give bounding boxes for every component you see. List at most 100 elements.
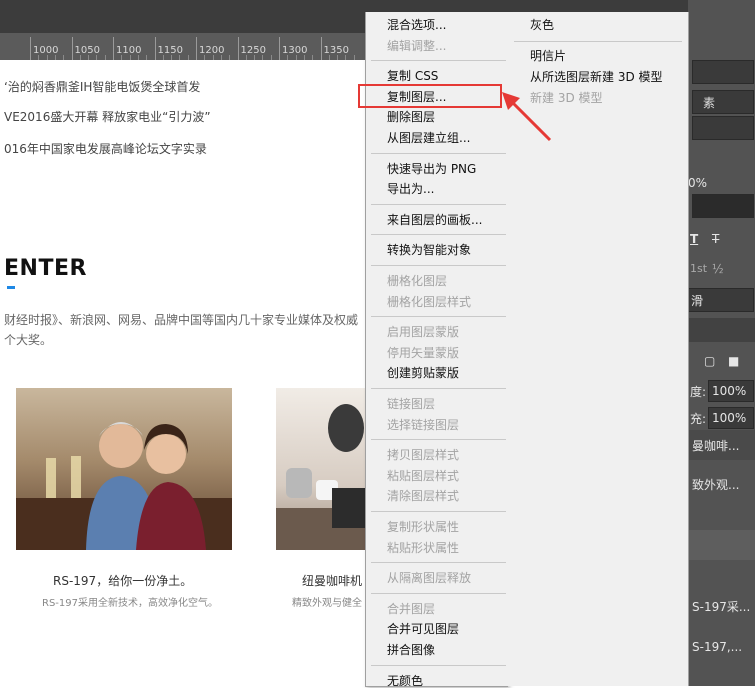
fraction-icon[interactable]: ½ [712,262,724,276]
fill-label: 充: [690,412,707,426]
menu-item: 启用图层蒙版 [387,325,460,340]
product-title: RS-197，给你一份净土。 [53,574,193,588]
menu-item[interactable]: 创建剪贴蒙版 [387,366,459,380]
lock-icon[interactable]: ■ [728,354,739,368]
menu-item: 从隔离图层释放 [387,571,472,586]
layer-row[interactable] [688,530,755,560]
menu-item[interactable]: 复制 CSS [387,69,438,83]
frame-icon[interactable]: ▢ [704,354,715,368]
menu-separator [371,60,507,62]
menu-separator [514,41,682,42]
strikethrough-text-icon[interactable]: T [712,232,719,246]
layer-row[interactable]: S-197,... [688,632,755,662]
layer-context-menu: 混合选项... 编辑调整... 复制 CSS 复制图层... 删除图层 从图层建立组...… [365,12,508,688]
layer-row[interactable]: 曼咖啡... [688,430,755,460]
submenu-item[interactable]: 明信片 [530,49,566,63]
menu-separator [371,316,507,318]
submenu-item[interactable]: 灰色 [530,18,554,32]
product-subtitle: 精致外观与健全 [292,598,362,609]
ruler-major-tick [154,37,156,60]
menu-item: 栅格化图层样式 [387,294,472,309]
ruler-major-tick [320,37,322,60]
layer-name: S-197采... [692,600,751,614]
news-item: 016年中国家电发展高峰论坛文字实录 [4,142,207,156]
ruler-major-tick [237,37,239,60]
menu-item[interactable]: 从图层建立组... [387,131,470,145]
layer-row[interactable]: 致外观... [688,466,755,500]
menu-item: 复制形状属性 [387,520,460,534]
panel-dropdown[interactable]: 素 [692,90,754,114]
menu-item: 合并图层 [387,601,436,616]
product-subtitle: RS-197采用全新技术，高效净化空气。 [42,598,218,609]
fill-value: 100% [712,411,747,425]
desc-line: 财经时报》、新浪网、网易、品牌中国等国内几十家专业媒体及权威 [4,313,359,327]
menu-item: 停用矢量蒙版 [387,345,460,360]
ruler-major-tick [30,37,31,60]
menu-separator [371,439,507,441]
menu-separator [371,152,507,154]
dropdown-value: 素 [703,96,716,110]
menu-separator [371,664,507,666]
submenu-item[interactable]: 从所选图层新建 3D 模型 [530,70,663,84]
news-item: VE2016盛大开幕 释放家电业“引力波” [4,110,211,124]
anti-alias-dropdown[interactable]: 滑 [688,288,754,312]
product-image-elderly-couple [16,388,232,550]
menu-separator [371,203,507,205]
panel-dropdown[interactable] [692,116,754,140]
menu-item: 链接图层 [387,397,436,411]
ruler-major-tick [279,37,280,60]
menu-item[interactable]: 无颜色 [387,674,423,688]
news-item: ‘治的焖香鼎釜IH智能电饭煲全球首发 [4,80,201,94]
section-accent-bar [7,286,15,289]
menu-separator [371,388,507,389]
menu-separator [371,511,507,512]
menu-item[interactable]: 合并可见图层 [387,622,459,636]
menu-item: 粘贴形状属性 [387,540,460,555]
opacity-label: 度: [690,385,707,399]
highlight-annotation-box [358,84,502,108]
menu-item[interactable]: 删除图层 [387,110,435,124]
layers-panel-header [688,318,755,342]
menu-item: 编辑调整... [387,38,447,53]
menu-item[interactable]: 拼合图像 [387,643,435,657]
underline-text-icon[interactable]: T [690,232,698,246]
menu-item: 拷贝图层样式 [387,448,460,463]
menu-separator [371,265,507,266]
ruler-major-tick [113,37,114,60]
layer-name: 曼咖啡... [692,439,740,453]
menu-separator [371,234,507,236]
opacity-value: 100% [712,384,747,398]
horizontal-ruler: 1000 1050 1100 1150 1200 1250 1300 1350 [0,33,365,61]
menu-separator [371,592,507,594]
fill-field[interactable]: 100% [708,407,754,429]
product-image-coffee-machine [276,388,366,550]
layer-name: 致外观... [692,478,740,492]
tracking-value: 0% [688,176,708,190]
section-description: 财经时报》、新浪网、网易、品牌中国等国内几十家专业媒体及权威 个大奖。 [4,310,366,350]
product-title: 纽曼咖啡机 [302,574,363,588]
ruler-major-tick [196,37,197,60]
layer-row[interactable]: S-197采... [688,590,755,620]
ordinal-icon[interactable]: 1st [690,262,707,275]
menu-item[interactable]: 来自图层的画板... [387,213,482,227]
properties-panel: 素 0% T T 1st ½ 滑 ▢ ■ 度: 100% 充: 100% 曼咖啡… [688,0,755,686]
color-swatch[interactable] [692,194,754,218]
ruler-major-tick [71,37,73,60]
menu-item[interactable]: 导出为... [387,182,434,196]
panel-dropdown[interactable] [692,60,754,84]
layer-name: S-197,... [692,640,743,654]
red-arrow-annotation-icon [502,92,552,142]
menu-separator [371,562,507,564]
menu-item: 清除图层样式 [387,489,460,504]
opacity-field[interactable]: 100% [708,380,754,402]
menu-item[interactable]: 混合选项... [387,18,446,32]
menu-item: 粘贴图层样式 [387,468,460,483]
section-title: ENTER [4,256,87,281]
desc-line: 个大奖。 [4,333,53,347]
menu-item[interactable]: 转换为智能对象 [387,243,471,257]
menu-item: 栅格化图层 [387,274,448,288]
menu-item[interactable]: 快速导出为 PNG [387,162,476,176]
menu-item: 选择链接图层 [387,417,460,432]
document-canvas[interactable]: ‘治的焖香鼎釜IH智能电饭煲全球首发 VE2016盛大开幕 释放家电业“引力波”… [0,60,366,686]
anti-alias-value: 滑 [691,294,704,308]
